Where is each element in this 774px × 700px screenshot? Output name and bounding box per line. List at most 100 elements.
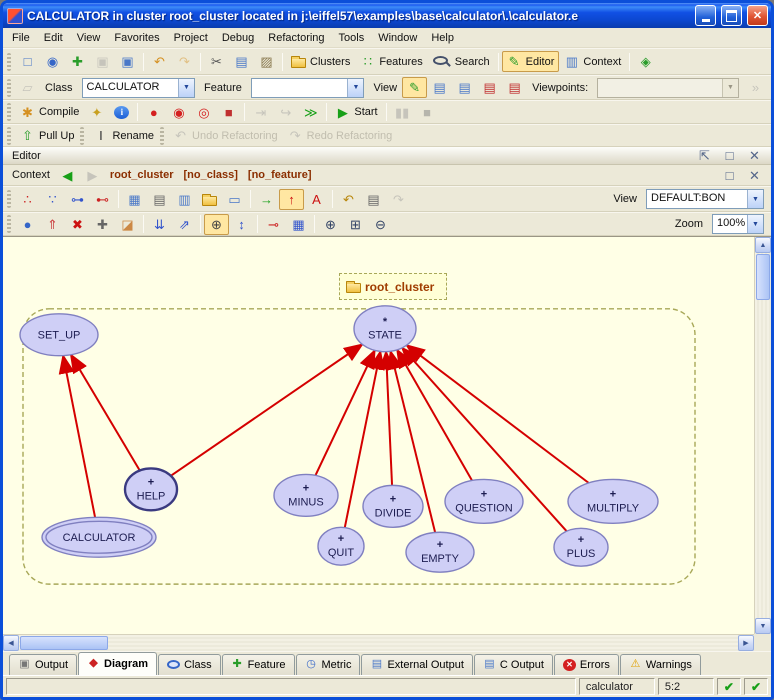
maximize-button[interactable] — [721, 5, 742, 26]
toolbar-grip[interactable] — [80, 127, 84, 145]
close-button[interactable] — [747, 5, 768, 26]
send-to-tool-icon[interactable]: ▱ — [15, 77, 40, 98]
class-node-MINUS[interactable]: +MINUS — [274, 474, 338, 516]
pause-icon[interactable]: ▮▮ — [390, 102, 415, 123]
tab-c-output[interactable]: ▤C Output — [474, 654, 553, 675]
diagram-views-icon[interactable]: ▥ — [172, 189, 197, 210]
cut-icon[interactable]: ✂ — [204, 51, 229, 72]
new-class-icon[interactable]: ✚ — [65, 51, 90, 72]
menu-project[interactable]: Project — [167, 29, 215, 47]
menu-tools[interactable]: Tools — [332, 29, 372, 47]
vertical-scroll-thumb[interactable] — [756, 254, 770, 300]
quick-melt-icon[interactable]: ≫ — [298, 102, 323, 123]
inheritance-links-icon[interactable]: ⊷ — [90, 189, 115, 210]
toggle-link-labels-icon[interactable]: ⊸ — [261, 214, 286, 235]
remove-item-icon[interactable]: ✖ — [65, 214, 90, 235]
features-button[interactable]: ∷Features — [355, 51, 427, 72]
redo-diagram-icon[interactable]: ↷ — [386, 189, 411, 210]
rename-button[interactable]: IRename — [88, 125, 159, 146]
context-pane-close-icon[interactable]: ✕ — [742, 165, 767, 186]
toolbar-grip[interactable] — [7, 53, 11, 71]
vertical-scrollbar[interactable]: ▲ ▼ — [754, 237, 771, 634]
menu-debug[interactable]: Debug — [215, 29, 261, 47]
tab-feature[interactable]: ✚Feature — [222, 654, 295, 675]
chevron-down-icon[interactable]: ▼ — [747, 190, 763, 208]
inheritance-link-tool-icon[interactable]: ↑ — [279, 189, 304, 210]
history-back-icon[interactable]: ◀ — [55, 165, 80, 186]
scroll-up-icon[interactable]: ▲ — [755, 237, 771, 253]
class-combo[interactable]: CALCULATOR▼ — [82, 78, 196, 98]
erase-item-icon[interactable]: ◪ — [115, 214, 140, 235]
tab-external-output[interactable]: ▤External Output — [361, 654, 472, 675]
menu-view[interactable]: View — [70, 29, 108, 47]
redo-refactoring-button[interactable]: ↷Redo Refactoring — [283, 125, 398, 146]
vertical-scroll-track[interactable] — [755, 301, 771, 618]
tab-warnings[interactable]: ⚠Warnings — [620, 654, 701, 675]
horizontal-scroll-track[interactable] — [109, 635, 738, 651]
scroll-left-icon[interactable]: ◀ — [3, 635, 19, 651]
tab-output[interactable]: ▣Output — [9, 654, 77, 675]
menu-edit[interactable]: Edit — [37, 29, 70, 47]
clusters-button[interactable]: Clusters — [286, 51, 355, 72]
editor-view-button[interactable]: ✎Editor — [502, 51, 560, 72]
client-supplier-links-icon[interactable]: ⊶ — [65, 189, 90, 210]
copy-icon[interactable]: ▤ — [229, 51, 254, 72]
inheritance-link-DIVIDE-STATE[interactable] — [386, 352, 392, 486]
scroll-right-icon[interactable]: ▶ — [738, 635, 754, 651]
class-node-CALCULATOR[interactable]: CALCULATOR — [42, 517, 156, 557]
class-node-DIVIDE[interactable]: +DIVIDE — [363, 485, 423, 527]
freeze-icon[interactable]: ◉ — [166, 102, 191, 123]
inheritance-link-MINUS-STATE[interactable] — [315, 350, 374, 475]
compile-generate-icon[interactable]: ✦ — [84, 102, 109, 123]
menu-file[interactable]: File — [5, 29, 37, 47]
save-icon[interactable]: ▣ — [90, 51, 115, 72]
open-file-icon[interactable]: ◉ — [40, 51, 65, 72]
inheritance-link-QUESTION-STATE[interactable] — [397, 350, 472, 481]
diagram-canvas[interactable]: SET_UP*STATE+HELP+MINUS+DIVIDE+QUESTION+… — [3, 237, 754, 634]
class-node-EMPTY[interactable]: +EMPTY — [406, 532, 474, 572]
inheritance-link-CALCULATOR-SET_UP[interactable] — [63, 356, 95, 518]
fit-to-window-icon[interactable]: ▦ — [286, 214, 311, 235]
tab-metric[interactable]: ◷Metric — [296, 654, 361, 675]
finalize-icon[interactable]: ◎ — [191, 102, 216, 123]
editor-pane-close-icon[interactable]: ✕ — [742, 145, 767, 166]
new-document-icon[interactable]: □ — [15, 51, 40, 72]
tab-class[interactable]: Class — [158, 654, 221, 675]
menu-refactoring[interactable]: Refactoring — [261, 29, 331, 47]
context-view-button[interactable]: ▥Context — [559, 51, 626, 72]
inheritance-link-HELP-SET_UP[interactable] — [71, 355, 140, 471]
class-node-MULTIPLY[interactable]: +MULTIPLY — [568, 479, 658, 523]
minimize-button[interactable] — [695, 5, 716, 26]
chevron-down-icon[interactable]: ▼ — [347, 79, 363, 97]
anchor-item-icon[interactable]: ✚ — [90, 214, 115, 235]
melt-icon[interactable]: ● — [141, 102, 166, 123]
diagram-history-icon[interactable]: ▤ — [361, 189, 386, 210]
toolbar-grip[interactable] — [160, 127, 164, 145]
tab-diagram[interactable]: ◆Diagram — [78, 652, 157, 675]
zoom-combo[interactable]: 100%▼ — [712, 214, 764, 234]
menu-window[interactable]: Window — [371, 29, 424, 47]
inheritance-link-HELP-STATE[interactable] — [171, 344, 362, 475]
toolbar-grip[interactable] — [7, 190, 11, 208]
menu-help[interactable]: Help — [424, 29, 461, 47]
client-link-tool-icon[interactable]: → — [254, 189, 279, 210]
view-interface-icon[interactable]: ▤ — [502, 77, 527, 98]
print-diagram-icon[interactable]: ▤ — [147, 189, 172, 210]
view-clickable-icon[interactable]: ▤ — [452, 77, 477, 98]
chevron-down-icon[interactable]: ▼ — [178, 79, 194, 97]
view-editor-icon[interactable]: ✎ — [402, 77, 427, 98]
quality-layout-icon[interactable]: ● — [15, 214, 40, 235]
run-finalized-icon[interactable]: ⇥ — [248, 102, 273, 123]
paste-icon[interactable]: ▨ — [254, 51, 279, 72]
toolbar-grip[interactable] — [7, 215, 11, 233]
toolbar-grip[interactable] — [7, 127, 11, 145]
class-node-HELP[interactable]: +HELP — [125, 468, 177, 510]
project-settings-icon[interactable] — [109, 102, 134, 123]
text-tool-icon[interactable]: A — [304, 189, 329, 210]
scroll-down-icon[interactable]: ▼ — [755, 618, 771, 634]
start-button[interactable]: ▶Start — [330, 102, 382, 123]
title-bar[interactable]: CALCULATOR in cluster root_cluster locat… — [3, 3, 771, 28]
center-on-selection-icon[interactable]: ⊕ — [204, 214, 229, 235]
toggle-sort-icon[interactable]: ↕ — [229, 214, 254, 235]
depth-down-icon[interactable]: ⇊ — [147, 214, 172, 235]
